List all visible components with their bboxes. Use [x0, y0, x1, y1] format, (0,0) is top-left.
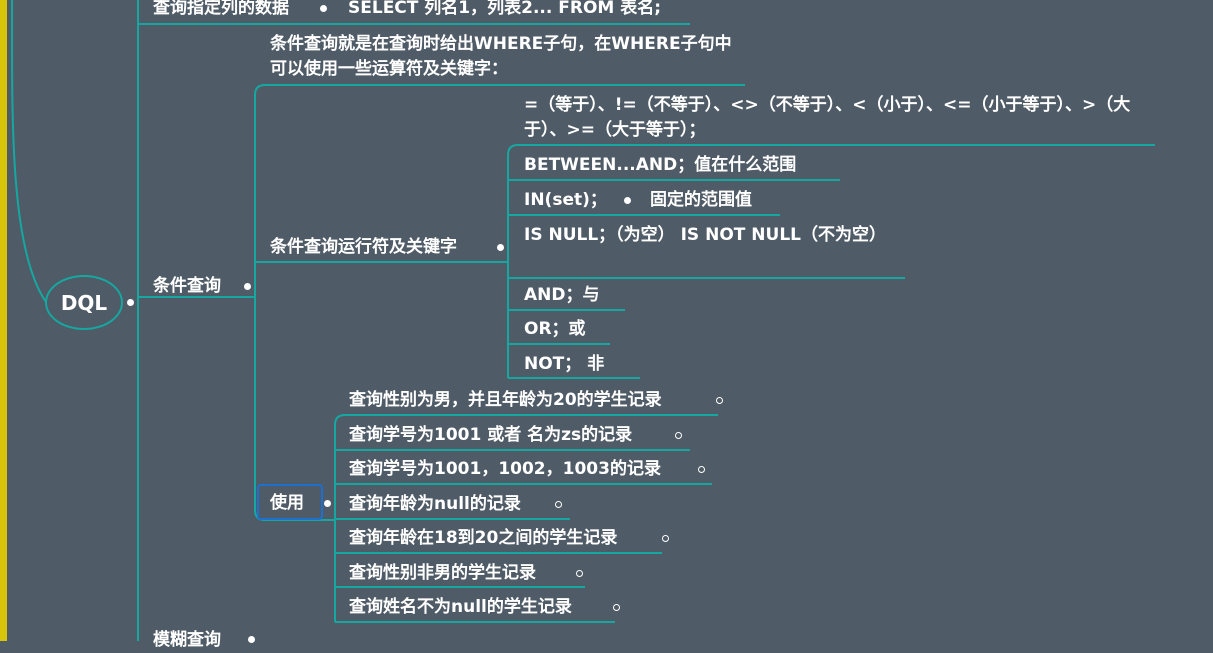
root-expand-dot[interactable]	[127, 299, 134, 306]
root-node-dql[interactable]: DQL	[45, 275, 123, 330]
node-usage-4[interactable]: 查询年龄为null的记录	[349, 492, 521, 517]
node-op-not[interactable]: NOT； 非	[524, 352, 604, 377]
node-usage-dot[interactable]	[324, 500, 331, 507]
node-select-columns-dot[interactable]	[320, 5, 327, 12]
collapsed-indicator-icon[interactable]	[662, 535, 669, 542]
collapsed-indicator-icon[interactable]	[576, 570, 583, 577]
node-usage-7[interactable]: 查询姓名不为null的学生记录	[349, 595, 572, 620]
node-usage[interactable]: 使用	[270, 491, 304, 516]
node-op-or[interactable]: OR；或	[524, 317, 586, 342]
node-usage-1[interactable]: 查询性别为男，并且年龄为20的学生记录	[349, 388, 662, 413]
node-usage-3[interactable]: 查询学号为1001，1002，1003的记录	[349, 457, 661, 482]
node-op-between[interactable]: BETWEEN...AND；值在什么范围	[524, 153, 796, 178]
node-select-syntax[interactable]: SELECT 列名1，列表2... FROM 表名;	[348, 0, 661, 21]
node-op-in[interactable]: IN(set)；	[524, 188, 607, 213]
node-fuzzy-query-dot[interactable]	[248, 636, 255, 643]
collapsed-indicator-icon[interactable]	[613, 604, 620, 611]
collapsed-indicator-icon[interactable]	[675, 432, 682, 439]
node-op-and[interactable]: AND；与	[524, 283, 600, 308]
root-label: DQL	[60, 290, 108, 315]
node-condition-query[interactable]: 条件查询	[153, 274, 221, 299]
node-op-is-null[interactable]: IS NULL；（为空） IS NOT NULL（不为空）	[524, 223, 902, 248]
node-usage-5[interactable]: 查询年龄在18到20之间的学生记录	[349, 526, 617, 551]
collapsed-indicator-icon[interactable]	[716, 397, 723, 404]
node-op-in-child[interactable]: 固定的范围值	[650, 188, 752, 213]
collapsed-indicator-icon[interactable]	[555, 501, 562, 508]
node-usage-2[interactable]: 查询学号为1001 或者 名为zs的记录	[349, 423, 632, 448]
node-usage-6[interactable]: 查询性别非男的学生记录	[349, 561, 536, 586]
node-operators-keywords-dot[interactable]	[497, 244, 504, 251]
node-op-in-dot[interactable]	[624, 197, 631, 204]
node-select-columns[interactable]: 查询指定列的数据	[153, 0, 289, 21]
node-op-comparison[interactable]: =（等于）、!=（不等于）、<>（不等于）、<（小于）、<=（小于等于）、>（大…	[524, 93, 1152, 143]
node-condition-description[interactable]: 条件查询就是在查询时给出WHERE子句，在WHERE子句中可以使用一些运算符及关…	[270, 32, 740, 82]
collapsed-indicator-icon[interactable]	[698, 466, 705, 473]
node-condition-query-dot[interactable]	[244, 283, 251, 290]
node-operators-keywords[interactable]: 条件查询运行符及关键字	[270, 235, 457, 260]
